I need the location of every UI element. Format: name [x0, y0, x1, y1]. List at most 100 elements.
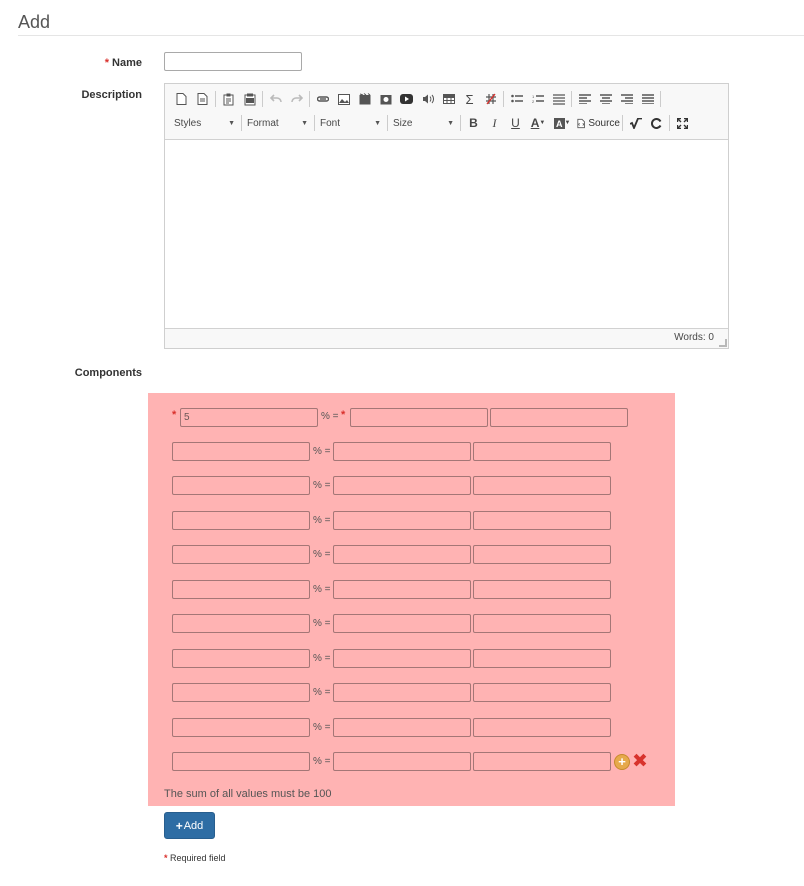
math-icon[interactable]: [625, 113, 646, 133]
component-extra-input[interactable]: [473, 683, 611, 702]
component-percentage-input[interactable]: [172, 511, 310, 530]
word-count: Words: 0: [674, 332, 714, 343]
audio-icon[interactable]: [417, 89, 438, 109]
component-percentage-input[interactable]: [172, 442, 310, 461]
component-extra-input[interactable]: [473, 614, 611, 633]
editor-toolbar-row-1: Σ 12: [171, 88, 663, 110]
align-left-icon[interactable]: [574, 89, 595, 109]
background-color-button[interactable]: A ▼: [550, 113, 574, 133]
component-name-input[interactable]: [333, 442, 471, 461]
component-extra-input[interactable]: [473, 718, 611, 737]
component-name-input[interactable]: [333, 649, 471, 668]
percent-equals-label: % =: [313, 756, 331, 767]
text-color-icon: A: [530, 116, 540, 130]
name-input[interactable]: [164, 52, 302, 71]
maximize-icon[interactable]: [672, 113, 693, 133]
paste-from-word-icon[interactable]: [239, 89, 260, 109]
flash-icon[interactable]: [354, 89, 375, 109]
remove-row-icon[interactable]: ✖: [632, 752, 648, 771]
toolbar-separator: [314, 115, 315, 131]
chevron-down-icon: ▼: [374, 119, 381, 127]
source-button[interactable]: Source: [574, 113, 620, 133]
format-dropdown[interactable]: Format ▼: [244, 113, 312, 133]
font-dropdown-label: Font: [320, 117, 341, 129]
bulleted-list-icon[interactable]: [506, 89, 527, 109]
italic-button[interactable]: I: [484, 113, 505, 133]
new-page-icon[interactable]: [171, 89, 192, 109]
numbered-list-icon[interactable]: 12: [527, 89, 548, 109]
svg-text:A: A: [556, 119, 563, 129]
component-extra-input[interactable]: [473, 752, 611, 771]
component-name-input[interactable]: [333, 683, 471, 702]
component-extra-input[interactable]: [473, 545, 611, 564]
image-icon[interactable]: [333, 89, 354, 109]
required-field-note: * Required field: [164, 853, 226, 863]
paste-icon[interactable]: [218, 89, 239, 109]
redo-icon[interactable]: [286, 89, 307, 109]
component-extra-input[interactable]: [473, 580, 611, 599]
component-percentage-input[interactable]: [172, 545, 310, 564]
chevron-down-icon: ▼: [301, 119, 308, 127]
component-extra-input[interactable]: [473, 442, 611, 461]
component-extra-input[interactable]: [473, 476, 611, 495]
underline-button[interactable]: U: [505, 113, 526, 133]
required-star: *: [104, 57, 109, 69]
component-name-input[interactable]: [333, 476, 471, 495]
styles-dropdown[interactable]: Styles ▼: [171, 113, 239, 133]
add-row-icon[interactable]: +: [614, 754, 630, 770]
component-name-input[interactable]: [333, 580, 471, 599]
component-name-input[interactable]: [333, 614, 471, 633]
refresh-icon[interactable]: [646, 113, 667, 133]
text-color-button[interactable]: A ▼: [526, 113, 550, 133]
component-percentage-input[interactable]: [172, 649, 310, 668]
component-percentage-input[interactable]: [180, 408, 318, 427]
link-icon[interactable]: [312, 89, 333, 109]
component-percentage-input[interactable]: [172, 752, 310, 771]
align-right-icon[interactable]: [616, 89, 637, 109]
font-dropdown[interactable]: Font ▼: [317, 113, 385, 133]
component-extra-input[interactable]: [473, 649, 611, 668]
blockquote-icon[interactable]: [548, 89, 569, 109]
component-percentage-input[interactable]: [172, 683, 310, 702]
component-percentage-input[interactable]: [172, 614, 310, 633]
preview-icon[interactable]: [192, 89, 213, 109]
component-name-input[interactable]: [333, 545, 471, 564]
styles-dropdown-label: Styles: [174, 117, 202, 129]
required-star: *: [172, 409, 177, 421]
chevron-down-icon: ▼: [564, 120, 571, 126]
undo-icon[interactable]: [265, 89, 286, 109]
component-name-input[interactable]: [333, 718, 471, 737]
align-justify-icon[interactable]: [637, 89, 658, 109]
special-char-icon[interactable]: [480, 89, 501, 109]
add-button[interactable]: + Add: [164, 812, 215, 839]
component-extra-input[interactable]: [473, 511, 611, 530]
component-name-input[interactable]: [350, 408, 488, 427]
svg-text:2: 2: [532, 99, 535, 104]
toolbar-separator: [503, 91, 504, 107]
bold-button[interactable]: B: [463, 113, 484, 133]
component-extra-input[interactable]: [490, 408, 628, 427]
component-percentage-input[interactable]: [172, 718, 310, 737]
size-dropdown[interactable]: Size ▼: [390, 113, 458, 133]
source-icon: [577, 118, 585, 128]
percent-equals-label: % =: [313, 618, 331, 629]
table-icon[interactable]: [438, 89, 459, 109]
percent-equals-label: % =: [321, 411, 339, 422]
component-name-input[interactable]: [333, 752, 471, 771]
sigma-icon[interactable]: Σ: [459, 89, 480, 109]
align-center-icon[interactable]: [595, 89, 616, 109]
editor-content-area[interactable]: [165, 139, 728, 329]
toolbar-separator: [622, 115, 623, 131]
component-percentage-input[interactable]: [172, 580, 310, 599]
chevron-down-icon: ▼: [539, 120, 546, 126]
component-name-input[interactable]: [333, 511, 471, 530]
resize-handle[interactable]: [719, 339, 727, 347]
toolbar-separator: [460, 115, 461, 131]
editor-toolbar-row-2: Styles ▼ Format ▼ Font ▼ Size ▼ B I U A …: [171, 112, 693, 134]
component-percentage-input[interactable]: [172, 476, 310, 495]
video-icon[interactable]: [375, 89, 396, 109]
name-label: * Name: [0, 57, 142, 69]
youtube-icon[interactable]: [396, 89, 417, 109]
background-color-icon: A: [553, 117, 565, 129]
percent-equals-label: % =: [313, 653, 331, 664]
